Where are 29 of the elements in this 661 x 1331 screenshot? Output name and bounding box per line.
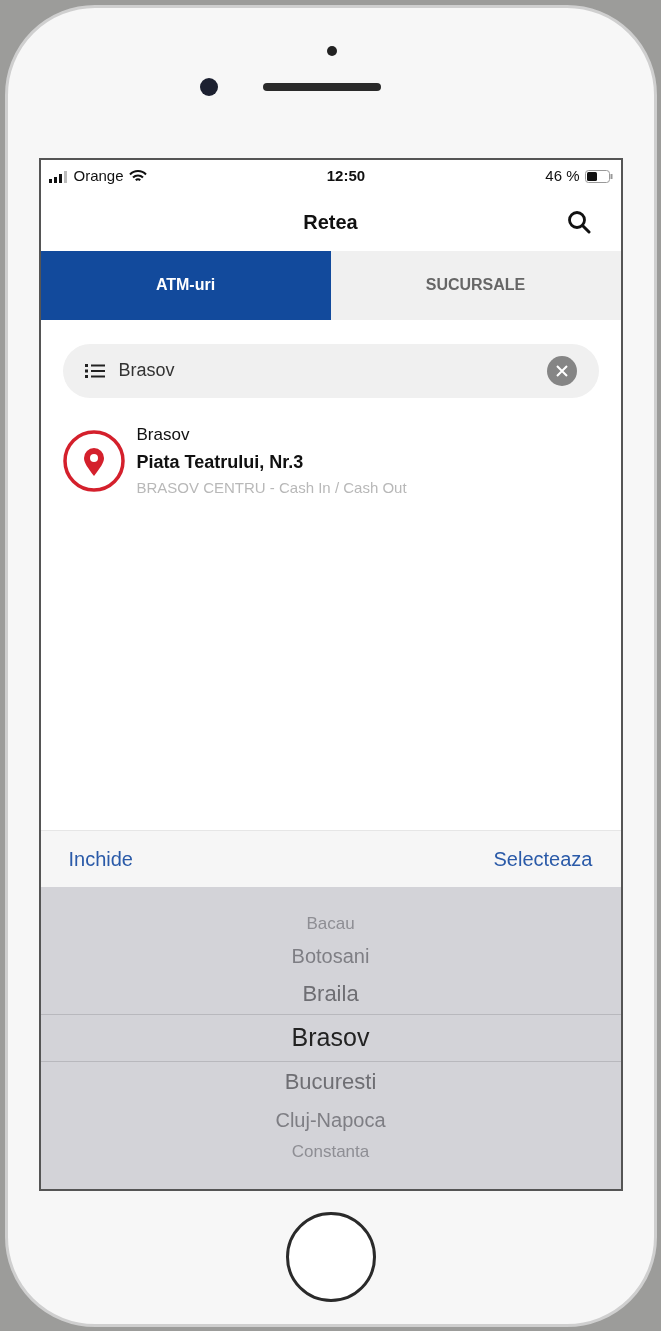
- segment-tab[interactable]: ATM-uri: [40, 250, 331, 320]
- city-picker[interactable]: Bacau Botosani Braila Brasov Bucuresti Cluj-Napoca Constanta: [40, 886, 621, 1189]
- screen-title: Retea: [303, 210, 358, 235]
- location-pin-icon: [62, 429, 125, 492]
- picker-option[interactable]: Braila: [40, 973, 621, 1014]
- camera-icon: [326, 45, 337, 56]
- list-icon: [84, 362, 105, 379]
- clear-button[interactable]: [546, 355, 577, 386]
- search-field[interactable]: Brasov: [62, 343, 599, 398]
- close-icon: [555, 364, 568, 377]
- picker-option[interactable]: Brasov: [40, 1013, 621, 1062]
- result-city: Brasov: [136, 423, 191, 446]
- battery-icon: [584, 170, 613, 183]
- search-icon: [566, 209, 591, 234]
- signal-icon: [48, 170, 69, 183]
- search-input[interactable]: Brasov: [118, 357, 533, 384]
- camera-icon: [200, 77, 218, 96]
- carrier-label: Orange: [73, 166, 124, 187]
- search-button[interactable]: [566, 209, 591, 234]
- segment-tab[interactable]: SUCURSALE: [330, 250, 621, 320]
- wifi-icon: [128, 170, 147, 183]
- close-link[interactable]: Inchide: [68, 843, 133, 874]
- battery-percent: 46 %: [545, 166, 580, 187]
- select-link[interactable]: Selecteaza: [493, 843, 593, 874]
- speaker-icon: [263, 82, 381, 91]
- result-address: Piata Teatrului, Nr.3: [136, 450, 305, 474]
- picker-option[interactable]: Bucuresti: [40, 1061, 621, 1102]
- result-description: BRASOV CENTRU - Cash In / Cash Out: [136, 477, 407, 498]
- clock-time: 12:50: [326, 166, 366, 187]
